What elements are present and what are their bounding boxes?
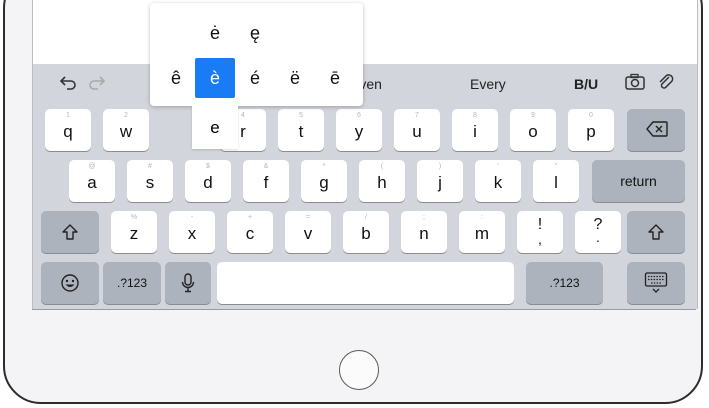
- numbers-key-left[interactable]: .?123: [103, 262, 161, 304]
- screen-bottom-edge: [32, 309, 696, 310]
- shift-key-left[interactable]: [41, 211, 99, 253]
- emoji-key[interactable]: [41, 262, 99, 304]
- accent-e-acute[interactable]: é: [235, 58, 275, 98]
- key-p[interactable]: 0p: [568, 109, 614, 151]
- key-n[interactable]: ; n: [401, 211, 447, 253]
- paperclip-icon[interactable]: [657, 73, 675, 91]
- key-f[interactable]: & f: [243, 160, 289, 202]
- key-l[interactable]: " l: [533, 160, 579, 202]
- screen: Even Every B/U 1q 2w 4r 5t 6y 7u 8i 9o 0…: [32, 0, 698, 309]
- key-a[interactable]: @ a: [69, 160, 115, 202]
- key-m[interactable]: :m: [459, 211, 505, 253]
- shift-icon: [61, 223, 79, 241]
- accent-e-circumflex[interactable]: ê: [156, 58, 196, 98]
- space-bar[interactable]: [217, 262, 514, 304]
- numbers-key-right[interactable]: .?123: [526, 262, 603, 304]
- key-k[interactable]: ' k: [475, 160, 521, 202]
- return-key[interactable]: return: [592, 160, 685, 202]
- keyboard-dismiss-icon: [644, 271, 668, 295]
- shift-icon: [647, 223, 665, 241]
- accent-e-ogonek[interactable]: ę: [235, 13, 275, 53]
- key-c[interactable]: + c: [227, 211, 273, 253]
- key-i[interactable]: 8i: [452, 109, 498, 151]
- key-question-period[interactable]: ? .: [575, 211, 621, 253]
- key-b[interactable]: / b: [343, 211, 389, 253]
- key-o[interactable]: 9o: [510, 109, 556, 151]
- key-exclamation-comma[interactable]: ! ,: [517, 211, 563, 253]
- key-v[interactable]: = v: [285, 211, 331, 253]
- bold-italic-underline-button[interactable]: B/U: [574, 76, 598, 92]
- key-t[interactable]: 5t: [278, 109, 324, 151]
- key-g[interactable]: * g: [301, 160, 347, 202]
- key-h[interactable]: (h: [359, 160, 405, 202]
- ipad-device-frame: Even Every B/U 1q 2w 4r 5t 6y 7u 8i 9o 0…: [3, 0, 703, 404]
- key-q[interactable]: 1q: [45, 109, 91, 151]
- key-x[interactable]: -x: [169, 211, 215, 253]
- hide-keyboard-key[interactable]: [627, 262, 685, 304]
- key-e-pressed[interactable]: e: [192, 106, 238, 149]
- accent-popup: ė ę ê è é ë ē: [150, 3, 363, 106]
- accent-e-dot[interactable]: ė: [195, 13, 235, 53]
- emoji-icon: [60, 273, 80, 293]
- key-s[interactable]: # s: [127, 160, 173, 202]
- delete-key[interactable]: [627, 109, 685, 151]
- suggestion-every[interactable]: Every: [470, 76, 506, 92]
- accent-e-macron[interactable]: ē: [315, 58, 355, 98]
- key-d[interactable]: $ d: [185, 160, 231, 202]
- key-j[interactable]: ) j: [417, 160, 463, 202]
- redo-icon[interactable]: [88, 73, 108, 91]
- shift-key-right[interactable]: [627, 211, 685, 253]
- delete-icon: [646, 121, 668, 137]
- home-button[interactable]: [339, 350, 379, 390]
- key-y[interactable]: 6y: [336, 109, 382, 151]
- accent-e-diaeresis[interactable]: ë: [275, 58, 315, 98]
- text-document-area[interactable]: [33, 0, 697, 64]
- dictation-key[interactable]: [165, 262, 211, 304]
- key-u[interactable]: 7u: [394, 109, 440, 151]
- shortcut-bar: Even Every B/U: [33, 64, 697, 104]
- key-w[interactable]: 2w: [103, 109, 149, 151]
- camera-icon[interactable]: [624, 73, 646, 91]
- accent-e-grave[interactable]: è: [195, 58, 235, 98]
- keyboard: Even Every B/U 1q 2w 4r 5t 6y 7u 8i 9o 0…: [33, 64, 697, 309]
- undo-icon[interactable]: [57, 73, 77, 91]
- microphone-icon: [181, 273, 195, 293]
- key-z[interactable]: % z: [111, 211, 157, 253]
